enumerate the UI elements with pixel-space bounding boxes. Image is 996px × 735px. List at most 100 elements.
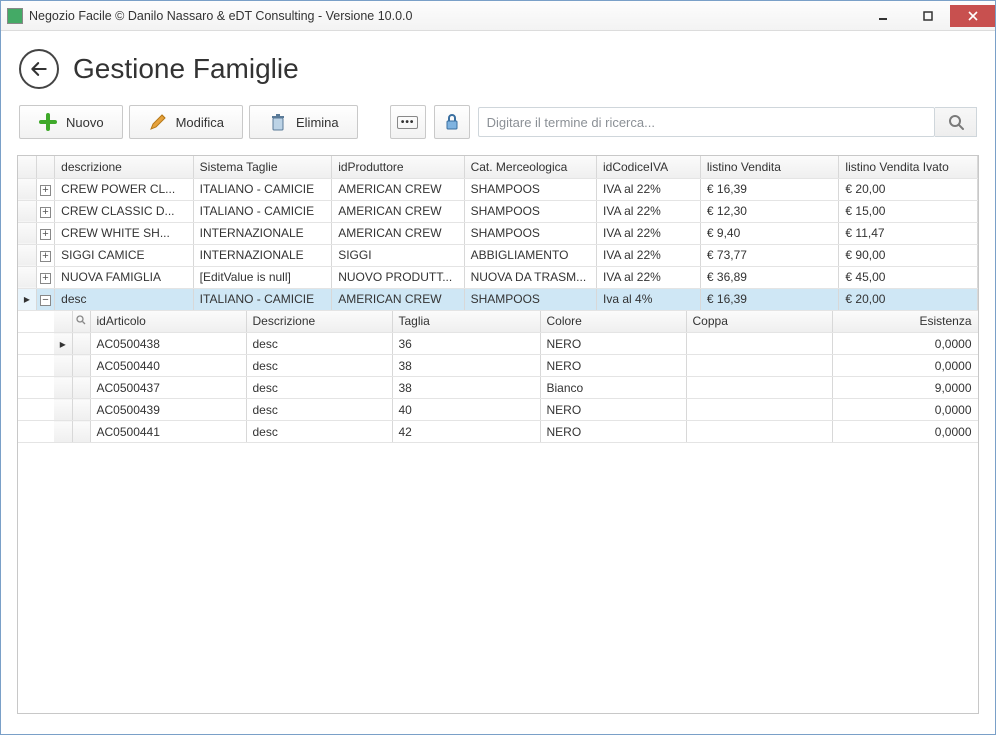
dcell-id[interactable]: AC0500439: [90, 399, 246, 421]
table-row[interactable]: ▸ − desc ITALIANO - CAMICIE AMERICAN CRE…: [18, 288, 978, 310]
dcol-id-articolo[interactable]: idArticolo: [90, 311, 246, 333]
cell-produttore[interactable]: AMERICAN CREW: [332, 288, 464, 310]
col-sistema-taglie[interactable]: Sistema Taglie: [193, 156, 332, 178]
cell-sistema[interactable]: ITALIANO - CAMICIE: [193, 288, 332, 310]
cell-categoria[interactable]: SHAMPOOS: [464, 178, 596, 200]
cell-categoria[interactable]: SHAMPOOS: [464, 288, 596, 310]
col-cat-merceologica[interactable]: Cat. Merceologica: [464, 156, 596, 178]
cell-produttore[interactable]: AMERICAN CREW: [332, 178, 464, 200]
dcell-desc[interactable]: desc: [246, 377, 392, 399]
dcell-esistenza[interactable]: 0,0000: [832, 421, 978, 443]
cell-descrizione[interactable]: desc: [55, 288, 194, 310]
cell-categoria[interactable]: NUOVA DA TRASM...: [464, 266, 596, 288]
dcol-descrizione[interactable]: Descrizione: [246, 311, 392, 333]
cell-sistema[interactable]: ITALIANO - CAMICIE: [193, 200, 332, 222]
cell-iva[interactable]: Iva al 4%: [597, 288, 701, 310]
col-listino-vendita-ivato[interactable]: listino Vendita Ivato: [839, 156, 978, 178]
cell-iva[interactable]: IVA al 22%: [597, 244, 701, 266]
dcell-coppa[interactable]: [686, 355, 832, 377]
expand-icon[interactable]: +: [40, 273, 51, 284]
expand-cell[interactable]: +: [36, 266, 54, 288]
close-button[interactable]: [950, 5, 995, 27]
dcell-desc[interactable]: desc: [246, 333, 392, 355]
maximize-button[interactable]: [905, 5, 950, 27]
cell-iva[interactable]: IVA al 22%: [597, 178, 701, 200]
table-row[interactable]: + CREW WHITE SH... INTERNAZIONALE AMERIC…: [18, 222, 978, 244]
table-row[interactable]: + CREW CLASSIC D... ITALIANO - CAMICIE A…: [18, 200, 978, 222]
col-descrizione[interactable]: descrizione: [55, 156, 194, 178]
dcell-esistenza[interactable]: 0,0000: [832, 399, 978, 421]
cell-listino[interactable]: € 16,39: [700, 288, 839, 310]
dcell-taglia[interactable]: 36: [392, 333, 540, 355]
dcell-esistenza[interactable]: 0,0000: [832, 355, 978, 377]
search-input[interactable]: [478, 107, 935, 137]
cell-sistema[interactable]: INTERNAZIONALE: [193, 222, 332, 244]
cell-listino-ivato[interactable]: € 20,00: [839, 178, 978, 200]
detail-row[interactable]: AC0500439 desc 40 NERO 0,0000: [18, 399, 978, 421]
dcol-esistenza[interactable]: Esistenza: [832, 311, 978, 333]
detail-grid[interactable]: idArticolo Descrizione Taglia Colore Cop…: [18, 311, 979, 444]
expand-cell[interactable]: +: [36, 222, 54, 244]
back-button[interactable]: [19, 49, 59, 89]
detail-row[interactable]: ▸ AC0500438 desc 36 NERO 0,0000: [18, 333, 978, 355]
cell-sistema[interactable]: INTERNAZIONALE: [193, 244, 332, 266]
dcell-id[interactable]: AC0500437: [90, 377, 246, 399]
dcell-desc[interactable]: desc: [246, 421, 392, 443]
dcell-colore[interactable]: NERO: [540, 333, 686, 355]
cell-produttore[interactable]: SIGGI: [332, 244, 464, 266]
dcell-desc[interactable]: desc: [246, 399, 392, 421]
modifica-button[interactable]: Modifica: [129, 105, 243, 139]
cell-listino-ivato[interactable]: € 20,00: [839, 288, 978, 310]
collapse-icon[interactable]: −: [40, 295, 51, 306]
dcell-coppa[interactable]: [686, 377, 832, 399]
dcell-taglia[interactable]: 38: [392, 377, 540, 399]
search-button[interactable]: [935, 107, 977, 137]
cell-produttore[interactable]: AMERICAN CREW: [332, 200, 464, 222]
expand-cell[interactable]: +: [36, 244, 54, 266]
dcell-id[interactable]: AC0500441: [90, 421, 246, 443]
cell-descrizione[interactable]: CREW POWER CL...: [55, 178, 194, 200]
cell-listino[interactable]: € 12,30: [700, 200, 839, 222]
cell-iva[interactable]: IVA al 22%: [597, 222, 701, 244]
ellipsis-button[interactable]: •••: [390, 105, 426, 139]
detail-row[interactable]: AC0500441 desc 42 NERO 0,0000: [18, 421, 978, 443]
cell-categoria[interactable]: SHAMPOOS: [464, 200, 596, 222]
cell-sistema[interactable]: [EditValue is null]: [193, 266, 332, 288]
dcell-taglia[interactable]: 40: [392, 399, 540, 421]
cell-sistema[interactable]: ITALIANO - CAMICIE: [193, 178, 332, 200]
cell-listino[interactable]: € 73,77: [700, 244, 839, 266]
expand-cell[interactable]: −: [36, 288, 54, 310]
dcell-id[interactable]: AC0500440: [90, 355, 246, 377]
master-grid[interactable]: descrizione Sistema Taglie idProduttore …: [18, 156, 978, 311]
col-id-codice-iva[interactable]: idCodiceIVA: [597, 156, 701, 178]
dcell-esistenza[interactable]: 9,0000: [832, 377, 978, 399]
lock-button[interactable]: [434, 105, 470, 139]
cell-produttore[interactable]: NUOVO PRODUTT...: [332, 266, 464, 288]
cell-descrizione[interactable]: CREW CLASSIC D...: [55, 200, 194, 222]
expand-icon[interactable]: +: [40, 185, 51, 196]
cell-descrizione[interactable]: CREW WHITE SH...: [55, 222, 194, 244]
cell-iva[interactable]: IVA al 22%: [597, 200, 701, 222]
dcell-coppa[interactable]: [686, 399, 832, 421]
nuovo-button[interactable]: Nuovo: [19, 105, 123, 139]
dcell-colore[interactable]: NERO: [540, 421, 686, 443]
cell-listino-ivato[interactable]: € 45,00: [839, 266, 978, 288]
detail-row[interactable]: AC0500437 desc 38 Bianco 9,0000: [18, 377, 978, 399]
cell-iva[interactable]: IVA al 22%: [597, 266, 701, 288]
dcol-coppa[interactable]: Coppa: [686, 311, 832, 333]
cell-listino[interactable]: € 36,89: [700, 266, 839, 288]
col-id-produttore[interactable]: idProduttore: [332, 156, 464, 178]
dcol-taglia[interactable]: Taglia: [392, 311, 540, 333]
dcol-colore[interactable]: Colore: [540, 311, 686, 333]
cell-categoria[interactable]: ABBIGLIAMENTO: [464, 244, 596, 266]
dcell-coppa[interactable]: [686, 333, 832, 355]
cell-listino-ivato[interactable]: € 11,47: [839, 222, 978, 244]
cell-listino-ivato[interactable]: € 15,00: [839, 200, 978, 222]
dcell-colore[interactable]: Bianco: [540, 377, 686, 399]
expand-cell[interactable]: +: [36, 178, 54, 200]
cell-descrizione[interactable]: NUOVA FAMIGLIA: [55, 266, 194, 288]
elimina-button[interactable]: Elimina: [249, 105, 358, 139]
expand-icon[interactable]: +: [40, 207, 51, 218]
expand-cell[interactable]: +: [36, 200, 54, 222]
table-row[interactable]: + NUOVA FAMIGLIA [EditValue is null] NUO…: [18, 266, 978, 288]
